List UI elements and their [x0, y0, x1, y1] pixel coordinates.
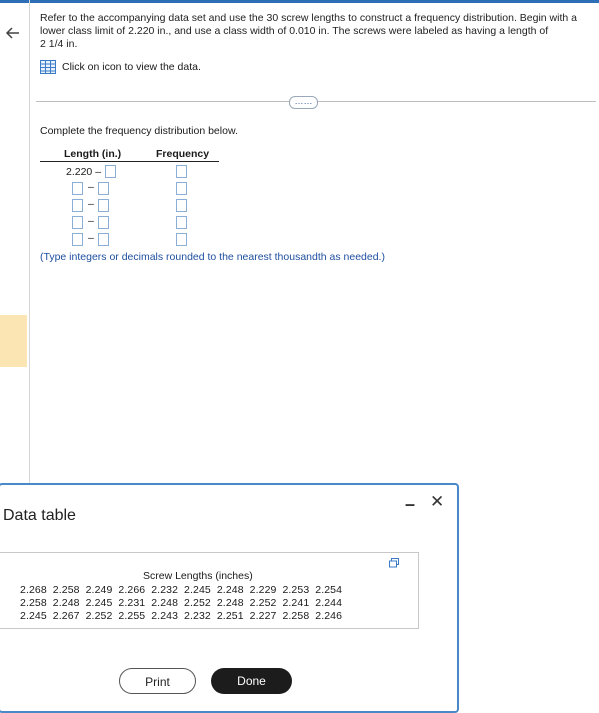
header-underline	[40, 161, 219, 162]
upper-limit-input-5[interactable]	[98, 233, 109, 246]
column-header-frequency: Frequency	[156, 148, 210, 160]
upper-limit-input-1[interactable]	[105, 165, 116, 178]
answer-format-note: (Type integers or decimals rounded to th…	[40, 251, 385, 263]
top-accent-bar	[0, 0, 599, 3]
data-table-title: Screw Lengths (inches)	[143, 570, 253, 582]
upper-limit-input-4[interactable]	[98, 216, 109, 229]
first-lower-limit: 2.220 –	[66, 166, 102, 178]
table-grid-icon[interactable]	[40, 60, 56, 74]
question-prompt: Complete the frequency distribution belo…	[40, 125, 238, 137]
upper-limit-input-3[interactable]	[98, 199, 109, 212]
range-dash: –	[88, 198, 94, 210]
frequency-input-4[interactable]	[176, 216, 187, 229]
done-button[interactable]: Done	[211, 668, 292, 694]
back-arrow-icon[interactable]	[4, 24, 22, 42]
instruction-line-3: 2 1/4 in.	[40, 38, 78, 50]
close-button[interactable]: ✕	[430, 493, 444, 511]
data-link-label[interactable]: Click on icon to view the data.	[62, 61, 201, 73]
lower-limit-input-4[interactable]	[72, 216, 83, 229]
range-dash: –	[88, 181, 94, 193]
data-row: 2.258 2.248 2.245 2.231 2.248 2.252 2.24…	[20, 597, 343, 609]
minimize-button[interactable]: –	[405, 495, 415, 513]
frequency-input-1[interactable]	[176, 165, 187, 178]
data-row: 2.245 2.267 2.252 2.255 2.243 2.232 2.25…	[20, 610, 343, 622]
column-header-length: Length (in.)	[64, 148, 122, 160]
data-link-row[interactable]: Click on icon to view the data.	[40, 60, 201, 74]
modal-title: Data table	[3, 507, 76, 524]
expand-more-button[interactable]: ……	[289, 96, 318, 109]
instructions: Refer to the accompanying data set and u…	[40, 12, 588, 51]
instruction-line-1: Refer to the accompanying data set and u…	[40, 12, 577, 24]
frequency-input-2[interactable]	[176, 182, 187, 195]
copy-icon[interactable]	[389, 558, 399, 568]
range-dash: –	[88, 232, 94, 244]
lower-limit-input-3[interactable]	[72, 199, 83, 212]
upper-limit-input-2[interactable]	[98, 182, 109, 195]
frequency-input-3[interactable]	[176, 199, 187, 212]
lower-limit-input-2[interactable]	[72, 182, 83, 195]
instruction-line-2: lower class limit of 2.220 in., and use …	[40, 25, 549, 37]
range-dash: –	[88, 215, 94, 227]
data-row: 2.268 2.258 2.249 2.266 2.232 2.245 2.24…	[20, 584, 343, 596]
lower-limit-input-5[interactable]	[72, 233, 83, 246]
question-highlight-marker	[0, 315, 27, 367]
frequency-input-5[interactable]	[176, 233, 187, 246]
print-button[interactable]: Print	[119, 668, 196, 694]
